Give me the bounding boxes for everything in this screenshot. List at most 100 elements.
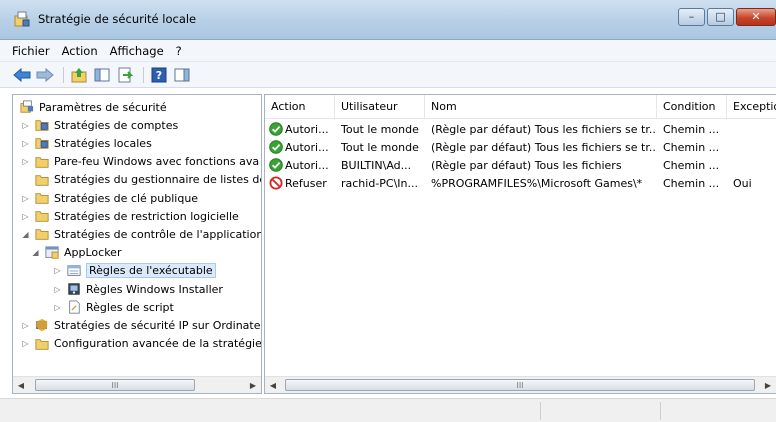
- export-list-button[interactable]: [115, 66, 135, 84]
- table-row[interactable]: Refuser rachid-PC\In... %PROGRAMFILES%\Mic…: [265, 175, 776, 193]
- tree-item[interactable]: Paramètres de sécurité: [19, 98, 167, 116]
- menu-affichage[interactable]: Affichage: [110, 44, 164, 58]
- menu-action[interactable]: Action: [62, 44, 98, 58]
- scroll-left-icon[interactable]: ◀: [265, 377, 281, 393]
- console-tree: Paramètres de sécurité ▷ Stratégies de com…: [12, 94, 262, 394]
- show-action-pane-button[interactable]: [172, 66, 192, 84]
- installer-rules-icon: [68, 283, 80, 295]
- cell-name: %PROGRAMFILES%\Microsoft Games\*: [431, 177, 643, 190]
- scroll-right-icon[interactable]: ▶: [245, 377, 261, 393]
- column-condition[interactable]: Condition: [657, 95, 727, 119]
- maximize-button[interactable]: □: [707, 8, 734, 26]
- cell-name: (Règle par défaut) Tous les fichiers se …: [431, 123, 657, 136]
- title-bar: Stratégie de sécurité locale – □ ✕: [0, 0, 776, 40]
- executable-rules-icon: [67, 265, 81, 276]
- expand-arrow-icon[interactable]: ▷: [21, 121, 30, 130]
- show-hide-tree-button[interactable]: [92, 66, 112, 84]
- tree-item[interactable]: ◢ AppLocker: [31, 244, 121, 262]
- expand-arrow-icon[interactable]: ▷: [21, 194, 30, 203]
- tree-item-label: Stratégies du gestionnaire de listes de: [54, 173, 262, 187]
- table-row[interactable]: Autori... Tout le monde (Règle par défaut)…: [265, 139, 776, 157]
- tree-item[interactable]: ▷ Règles de script: [53, 298, 174, 316]
- menu-bar: Fichier Action Affichage ?: [0, 40, 776, 62]
- cell-condition: Chemin ...: [663, 159, 720, 172]
- tree-item-label: Règles de l'exécutable: [86, 263, 216, 279]
- expand-arrow-icon[interactable]: ▷: [53, 285, 62, 294]
- cell-action-text: Autori...: [285, 141, 329, 154]
- expand-arrow-icon[interactable]: ▷: [21, 321, 30, 330]
- menu-help[interactable]: ?: [176, 44, 182, 58]
- tree-item[interactable]: ◢ Stratégies de contrôle de l'application: [21, 225, 261, 243]
- tree-item[interactable]: Stratégies du gestionnaire de listes de: [21, 171, 262, 189]
- forward-button[interactable]: [35, 66, 55, 84]
- cell-exception: [727, 139, 776, 157]
- folder-icon: [35, 156, 49, 168]
- cell-user: BUILTIN\Ad...: [341, 159, 412, 172]
- folder-icon: [35, 174, 49, 186]
- close-icon: ✕: [751, 10, 761, 23]
- tree-item[interactable]: ▷ Règles de l'exécutable: [53, 262, 216, 280]
- expand-arrow-icon[interactable]: ▷: [21, 139, 30, 148]
- folder-icon: [35, 211, 49, 222]
- column-exceptions[interactable]: Exceptio: [727, 95, 776, 119]
- help-button[interactable]: ?: [149, 66, 169, 84]
- tree-item-label: Pare-feu Windows avec fonctions ava: [54, 155, 260, 169]
- tree-item[interactable]: ▷ Configuration avancée de la stratégie: [21, 335, 261, 353]
- tree-item[interactable]: ▷ Stratégies de comptes: [21, 116, 178, 134]
- table-row[interactable]: Autori... Tout le monde (Règle par défaut)…: [265, 121, 776, 139]
- tree-item[interactable]: ▷ Stratégies de restriction logicielle: [21, 207, 238, 225]
- menu-fichier[interactable]: Fichier: [12, 44, 50, 58]
- show-hide-tree-icon: [94, 68, 110, 81]
- back-button[interactable]: [12, 66, 32, 84]
- cell-exception: Oui: [733, 177, 752, 190]
- deny-icon: [269, 176, 283, 190]
- list-header: Action Utilisateur Nom Condition Excepti…: [265, 95, 776, 119]
- folder-icon: [35, 193, 49, 204]
- expand-arrow-icon[interactable]: ▷: [21, 339, 30, 348]
- tree-item[interactable]: ▷ Stratégies locales: [21, 134, 152, 152]
- script-rules-icon: [69, 300, 80, 314]
- status-bar: [0, 398, 776, 422]
- tree-item[interactable]: ▷ Stratégies de clé publique: [21, 189, 198, 207]
- status-divider: [540, 402, 541, 420]
- scroll-left-icon[interactable]: ◀: [13, 377, 29, 393]
- tree-item[interactable]: ▷ Stratégies de sécurité IP sur Ordinateu: [21, 316, 261, 334]
- svg-text:?: ?: [156, 69, 162, 82]
- close-button[interactable]: ✕: [736, 8, 776, 26]
- tree-scroll-thumb[interactable]: III: [35, 379, 195, 391]
- cell-action: Refuser: [267, 175, 335, 193]
- expand-arrow-icon[interactable]: ▷: [53, 266, 62, 275]
- expand-arrow-icon[interactable]: ▷: [53, 303, 62, 312]
- allow-check-icon: [269, 140, 283, 154]
- cell-name: (Règle par défaut) Tous les fichiers se …: [431, 141, 657, 154]
- tree-item-label: AppLocker: [64, 246, 122, 260]
- help-icon: ?: [151, 67, 167, 82]
- maximize-icon: □: [715, 10, 726, 23]
- cell-user: Tout le monde: [341, 123, 419, 136]
- cell-action: Autori...: [267, 157, 335, 175]
- tree-item-label: Stratégies locales: [54, 136, 152, 150]
- expand-arrow-icon[interactable]: ▷: [21, 157, 30, 166]
- list-scroll-thumb[interactable]: III: [285, 379, 755, 391]
- ip-security-icon: [36, 319, 48, 332]
- column-nom[interactable]: Nom: [425, 95, 657, 119]
- cell-action-text: Autori...: [285, 159, 329, 172]
- scroll-right-icon[interactable]: ▶: [760, 377, 776, 393]
- export-list-icon: [118, 67, 133, 82]
- tree-item[interactable]: ▷ Pare-feu Windows avec fonctions ava: [21, 153, 259, 171]
- toolbar-separator: [63, 66, 64, 83]
- policy-folder-icon: [35, 120, 49, 131]
- show-action-pane-icon: [174, 68, 190, 81]
- list-horizontal-scrollbar[interactable]: ◀ III ▶: [265, 376, 776, 393]
- table-row[interactable]: Autori... BUILTIN\Ad... (Règle par défaut)…: [265, 157, 776, 175]
- cell-action-text: Autori...: [285, 123, 329, 136]
- tree-horizontal-scrollbar[interactable]: ◀ III ▶: [13, 376, 261, 393]
- expand-arrow-icon[interactable]: ▷: [21, 212, 30, 221]
- minimize-button[interactable]: –: [678, 8, 705, 26]
- tree-item[interactable]: ▷ Règles Windows Installer: [53, 280, 223, 298]
- column-utilisateur[interactable]: Utilisateur: [335, 95, 425, 119]
- collapse-arrow-icon[interactable]: ◢: [21, 230, 30, 239]
- collapse-arrow-icon[interactable]: ◢: [31, 248, 40, 257]
- column-action[interactable]: Action: [265, 95, 335, 119]
- up-folder-button[interactable]: [69, 66, 89, 84]
